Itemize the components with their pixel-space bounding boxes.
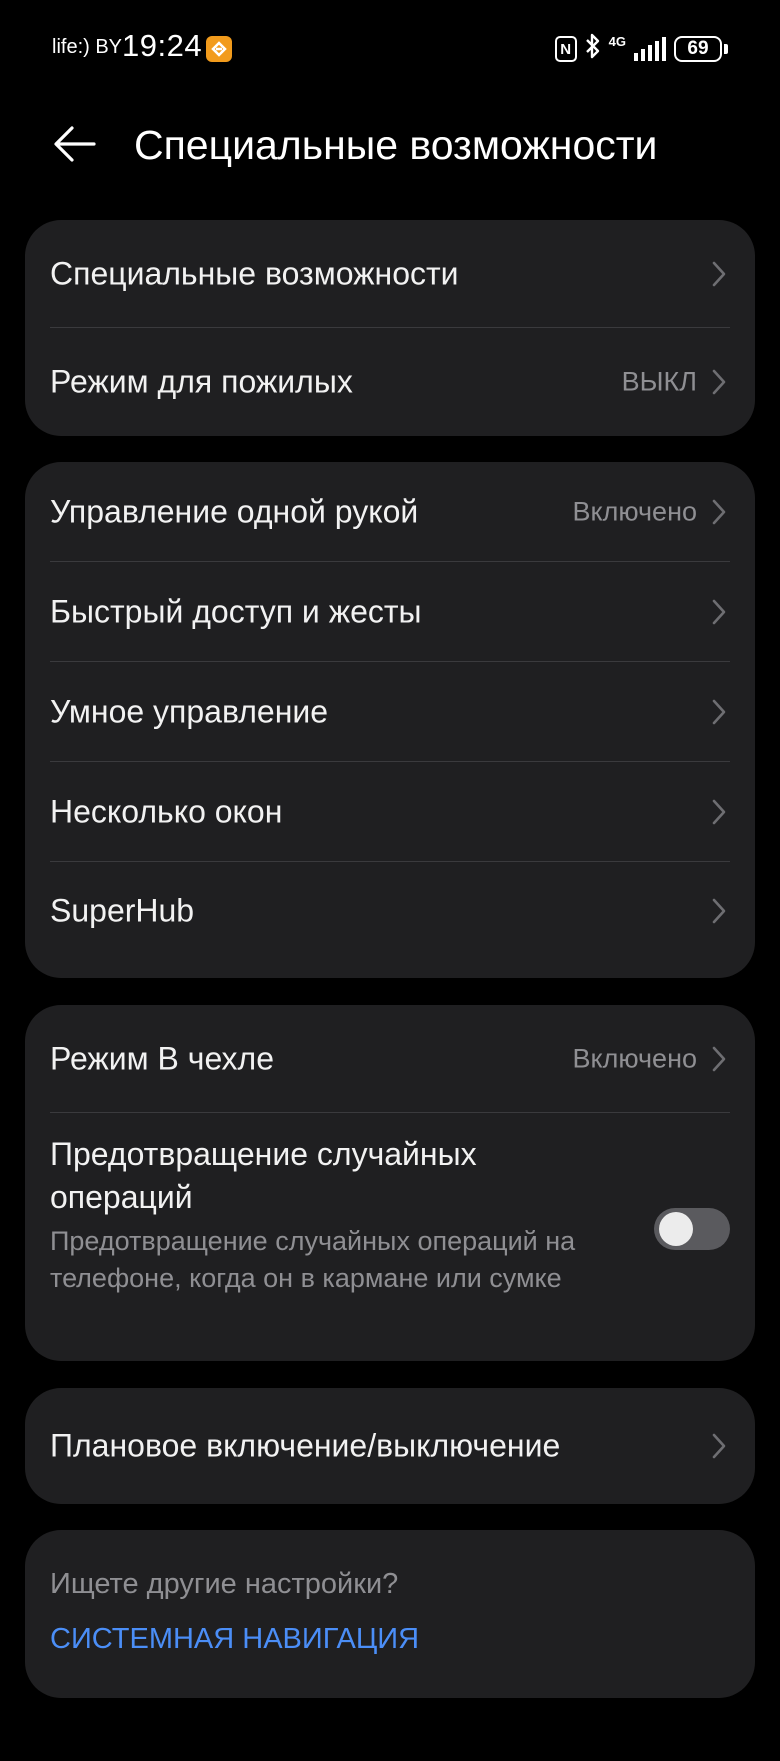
item-label: Быстрый доступ и жесты (50, 593, 422, 630)
item-label: SuperHub (50, 892, 195, 929)
item-label: Управление одной рукой (50, 493, 419, 530)
network-type: 4G (608, 34, 626, 49)
accidental-touch-item[interactable]: Предотвращение случайных операций Предот… (25, 1113, 755, 1361)
chevron-right-icon (712, 1433, 726, 1459)
smart-control-item[interactable]: Умное управление (25, 662, 755, 762)
bluetooth-icon (585, 33, 601, 65)
item-label: Режим для пожилых (50, 363, 353, 400)
item-value: ВЫКЛ (621, 366, 697, 397)
superhub-item[interactable]: SuperHub (25, 862, 755, 978)
chevron-right-icon (712, 1046, 726, 1072)
case-mode-item[interactable]: Режим В чехле Включено (25, 1005, 755, 1113)
other-settings-question: Ищете другие настройки? (50, 1568, 399, 1600)
item-description: Предотвращение случайных операций на тел… (50, 1226, 576, 1293)
signal-icon (634, 37, 666, 61)
chevron-right-icon (712, 799, 726, 825)
app-bar: Специальные возможности (0, 110, 780, 180)
chevron-right-icon (712, 898, 726, 924)
other-settings-card: Ищете другие настройки? СИСТЕМНАЯ НАВИГА… (25, 1530, 755, 1698)
status-bar: life:) BY 19:24 N 4G 69 (0, 0, 780, 96)
nfc-icon: N (554, 36, 577, 62)
chevron-right-icon (712, 599, 726, 625)
settings-group-case: Режим В чехле Включено Предотвращение сл… (25, 1005, 755, 1361)
settings-group-general: Специальные возможности Режим для пожилы… (25, 220, 755, 436)
one-hand-mode-item[interactable]: Управление одной рукой Включено (25, 462, 755, 562)
page-title: Специальные возможности (134, 122, 658, 168)
item-label: Специальные возможности (50, 255, 459, 292)
chevron-right-icon (712, 699, 726, 725)
item-value: Включено (572, 496, 697, 527)
toggle-knob (659, 1212, 693, 1246)
chevron-right-icon (712, 261, 726, 287)
chevron-right-icon (712, 499, 726, 525)
notification-app-icon (206, 36, 232, 62)
clock: 19:24 (122, 28, 203, 63)
shortcuts-gestures-item[interactable]: Быстрый доступ и жесты (25, 562, 755, 662)
battery-icon: 69 (674, 36, 728, 62)
item-label: Несколько окон (50, 793, 283, 830)
item-title: Предотвращение случайных операций (50, 1136, 477, 1215)
accessibility-item[interactable]: Специальные возможности (25, 220, 755, 328)
carrier-label: life:) BY (52, 36, 123, 58)
settings-group-schedule: Плановое включение/выключение (25, 1388, 755, 1504)
system-navigation-link[interactable]: СИСТЕМНАЯ НАВИГАЦИЯ (50, 1623, 419, 1656)
multi-window-item[interactable]: Несколько окон (25, 762, 755, 862)
item-label: Умное управление (50, 693, 329, 730)
item-label: Режим В чехле (50, 1040, 275, 1077)
scheduled-power-item[interactable]: Плановое включение/выключение (25, 1388, 755, 1504)
item-value: Включено (572, 1043, 697, 1074)
back-arrow-icon[interactable] (52, 124, 98, 164)
item-label: Плановое включение/выключение (50, 1427, 561, 1464)
accidental-touch-toggle[interactable] (654, 1208, 730, 1250)
settings-group-controls: Управление одной рукой Включено Быстрый … (25, 462, 755, 978)
elderly-mode-item[interactable]: Режим для пожилых ВЫКЛ (25, 328, 755, 436)
battery-level: 69 (674, 36, 722, 62)
chevron-right-icon (712, 369, 726, 395)
